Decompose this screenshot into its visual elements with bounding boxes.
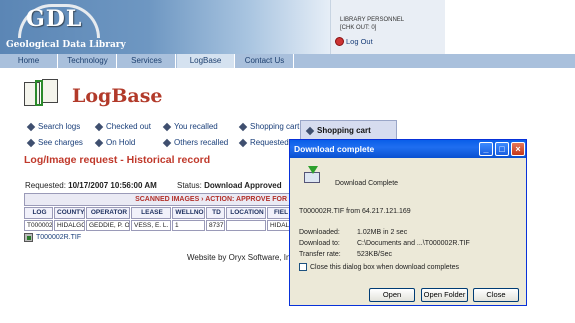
close-button[interactable]: Close: [473, 288, 519, 302]
close-icon[interactable]: ×: [511, 142, 525, 156]
table-cell: 1: [172, 220, 205, 231]
site-header: GDL Geological Data Library LIBRARY PERS…: [0, 0, 575, 54]
download-complete-dialog: Download complete _ □ × Download Complet…: [289, 139, 527, 306]
shopping-cart-tab-link[interactable]: Shopping cart: [305, 126, 371, 135]
download-source: T000002R.TIF from 64.217.121.169: [299, 208, 411, 215]
bullet-icon: [238, 122, 248, 131]
table-heading: SCANNED IMAGES › ACTION: APPROVE FOR: [24, 193, 294, 206]
status-label: Status:: [177, 181, 202, 190]
table-cell: 8737: [206, 220, 225, 231]
main-nav: Home Technology Services LogBase Contact…: [0, 54, 575, 68]
user-role: LIBRARY PERSONNEL: [340, 17, 405, 23]
column-header: LEASE: [131, 207, 171, 219]
transfer-rate-value: 523KB/Sec: [357, 251, 393, 258]
tif-file-label: T000002R.TIF: [36, 234, 82, 241]
bullet-icon: [162, 122, 172, 131]
requested-info: Requested: 10/17/2007 10:56:00 AM: [25, 181, 157, 190]
shopping-cart-tab[interactable]: Shopping cart: [300, 120, 397, 140]
close-when-complete-checkbox[interactable]: Close this dialog box when download comp…: [299, 263, 459, 271]
dialog-heading: Download Complete: [335, 180, 399, 187]
checkbox-label: Close this dialog box when download comp…: [310, 263, 460, 271]
site-logo[interactable]: GDL Geological Data Library: [0, 0, 330, 54]
footer-credit[interactable]: Website by Oryx Software, Inc.: [187, 253, 297, 262]
on-hold-link[interactable]: On Hold: [94, 138, 136, 147]
user-checkout-count: [CHK OUT: 0]: [340, 25, 377, 31]
you-recalled-label: You recalled: [174, 122, 218, 131]
bullet-icon: [26, 138, 36, 147]
you-recalled-link[interactable]: You recalled: [162, 122, 218, 131]
bullet-icon: [94, 122, 104, 131]
nav-services[interactable]: Services: [118, 54, 176, 68]
table-cell: [226, 220, 266, 231]
requested-label: Requested: [250, 138, 289, 147]
checked-out-link[interactable]: Checked out: [94, 122, 151, 131]
status-value: Download Approved: [204, 181, 282, 190]
section-title: Log/Image request - Historical record: [24, 154, 211, 166]
see-charges-label: See charges: [38, 138, 83, 147]
logo-subtitle: Geological Data Library: [6, 40, 126, 50]
column-header: TD: [206, 207, 225, 219]
tif-file-link[interactable]: T000002R.TIF: [24, 233, 81, 242]
table-cell: GEDDIE, P. O.: [86, 220, 130, 231]
table-cell: VESS, E. L.: [131, 220, 171, 231]
open-folder-button[interactable]: Open Folder: [421, 288, 468, 302]
shopping-cart-link[interactable]: Shopping cart: [238, 122, 300, 131]
nav-technology[interactable]: Technology: [59, 54, 117, 68]
nav-home[interactable]: Home: [0, 54, 58, 68]
search-logs-link[interactable]: Search logs: [26, 122, 81, 131]
bullet-icon: [94, 138, 104, 147]
requested-info-label: Requested:: [25, 181, 66, 190]
logout-icon: [335, 37, 344, 46]
shopping-cart-tab-label: Shopping cart: [317, 126, 371, 135]
column-header: WELLNO: [172, 207, 205, 219]
nav-contact-us[interactable]: Contact Us: [236, 54, 294, 68]
user-panel: LIBRARY PERSONNEL [CHK OUT: 0] Log Out: [330, 0, 445, 54]
table-header-row: LOG COUNTY OPERATOR LEASE WELLNO TD LOCA…: [24, 207, 294, 219]
bullet-icon: [238, 138, 248, 147]
logbase-icon: [22, 76, 60, 110]
open-button[interactable]: Open: [369, 288, 415, 302]
see-charges-link[interactable]: See charges: [26, 138, 83, 147]
minimize-icon[interactable]: _: [479, 142, 493, 156]
download-to-label: Download to:: [299, 240, 340, 247]
column-header: OPERATOR: [86, 207, 130, 219]
maximize-icon[interactable]: □: [495, 142, 509, 156]
checkbox-box[interactable]: [299, 263, 307, 271]
downloaded-label: Downloaded:: [299, 229, 340, 236]
transfer-rate-label: Transfer rate:: [299, 251, 341, 258]
table-cell: T000002: [24, 220, 53, 231]
status-info: Status: Download Approved: [177, 181, 282, 190]
bullet-icon: [305, 126, 315, 135]
column-header: LOCATION: [226, 207, 266, 219]
checked-out-label: Checked out: [106, 122, 151, 131]
requested-info-value: 10/17/2007 10:56:00 AM: [68, 181, 157, 190]
nav-logbase[interactable]: LogBase: [177, 54, 235, 68]
page-title: LogBase: [72, 85, 163, 107]
download-complete-icon: [301, 166, 323, 188]
scanned-images-table: SCANNED IMAGES › ACTION: APPROVE FOR LOG…: [24, 193, 294, 245]
table-cell: HIDALGO: [54, 220, 85, 231]
downloaded-value: 1.02MB in 2 sec: [357, 229, 408, 236]
requested-link[interactable]: Requested: [238, 138, 289, 147]
table-row[interactable]: T000002 HIDALGO GEDDIE, P. O. VESS, E. L…: [24, 220, 294, 231]
others-recalled-link[interactable]: Others recalled: [162, 138, 229, 147]
others-recalled-label: Others recalled: [174, 138, 229, 147]
shopping-cart-label: Shopping cart: [250, 122, 300, 131]
dialog-title: Download complete: [294, 144, 375, 154]
logout-link[interactable]: Log Out: [335, 37, 373, 46]
logo-title: GDL: [26, 6, 83, 32]
bullet-icon: [26, 122, 36, 131]
download-to-value: C:\Documents and ...\T000002R.TIF: [357, 240, 470, 247]
image-file-icon: [24, 233, 33, 242]
column-header: LOG: [24, 207, 53, 219]
on-hold-label: On Hold: [106, 138, 136, 147]
column-header: COUNTY: [54, 207, 85, 219]
bullet-icon: [162, 138, 172, 147]
logout-label: Log Out: [346, 37, 373, 46]
search-logs-label: Search logs: [38, 122, 81, 131]
